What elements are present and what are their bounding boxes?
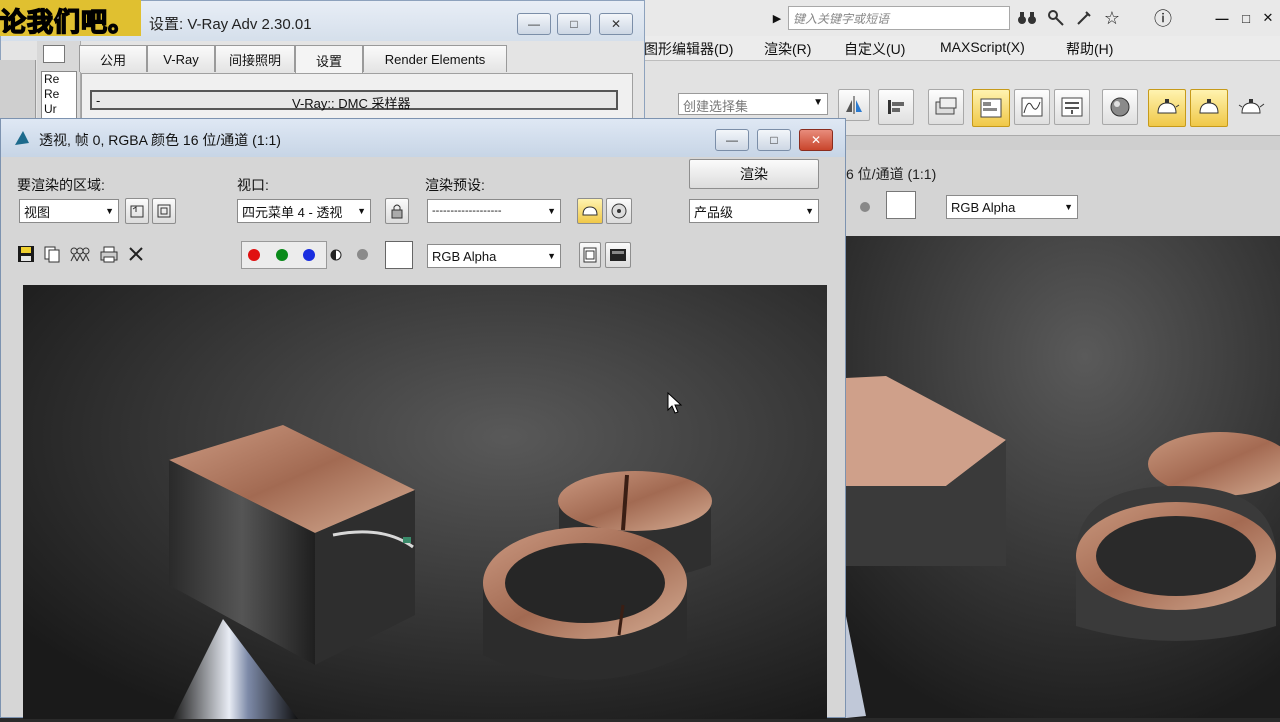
main-menu-bar: 图形编辑器(D) 渲染(R) 自定义(U) MAXScript(X) 帮助(H) — [640, 36, 1280, 60]
mono-channel-icon[interactable] — [329, 247, 343, 263]
frame-maximize-button[interactable]: □ — [757, 129, 791, 151]
toggle-ui-overlay-icon[interactable] — [579, 242, 601, 268]
area-to-render-dropdown[interactable]: 视图 ▼ — [19, 199, 119, 223]
render-quality-value: 产品级 — [694, 204, 734, 220]
menu-rendering[interactable]: 渲染(R) — [764, 39, 811, 59]
render-button[interactable]: 渲染 — [689, 159, 819, 189]
menu-help[interactable]: 帮助(H) — [1066, 39, 1113, 59]
watermark-text: 论我们吧。 — [0, 0, 142, 38]
rollout-toggle: - — [96, 93, 101, 108]
frame-buffer-window: 透视, 帧 0, RGBA 颜色 16 位/通道 (1:1) — □ ✕ 要渲染… — [0, 118, 846, 719]
color-swatch[interactable] — [385, 241, 413, 269]
mirror-icon[interactable] — [838, 89, 870, 121]
background-color-swatch[interactable] — [886, 191, 916, 219]
rendered-frame-icon[interactable] — [1190, 89, 1228, 127]
green-channel-toggle[interactable] — [276, 249, 288, 261]
alpha-channel-toggle[interactable] — [357, 249, 368, 260]
left-list-item[interactable]: Re — [44, 87, 76, 102]
render-setup-maximize-button[interactable]: □ — [557, 13, 591, 35]
left-list-item[interactable]: Re — [44, 72, 76, 87]
frame-title: 透视, 帧 0, RGBA 颜色 16 位/通道 (1:1) — [39, 132, 281, 148]
render-canvas — [23, 285, 827, 719]
curve-editor-icon[interactable] — [1014, 89, 1050, 125]
save-icon[interactable] — [15, 243, 37, 265]
tab-render-elements[interactable]: Render Elements — [363, 45, 507, 72]
display-channel-dropdown[interactable]: RGB Alpha ▼ — [427, 244, 561, 268]
viewport-value: 四元菜单 4 - 透视 — [242, 204, 343, 220]
binoculars-icon[interactable] — [1014, 6, 1040, 30]
background-alpha-dot[interactable] — [860, 202, 870, 212]
left-panel-icon[interactable] — [43, 45, 65, 63]
render-setup-icon[interactable] — [1148, 89, 1186, 127]
help-icon[interactable]: ⓘ — [1148, 6, 1178, 30]
selection-set-dropdown[interactable]: 创建选择集 ▼ — [678, 93, 828, 115]
area-to-render-value: 视图 — [24, 204, 51, 220]
auto-region-icon[interactable] — [152, 198, 176, 224]
person-icon[interactable] — [1072, 6, 1096, 30]
render-setup-tabs: 公用 V-Ray 间接照明 设置 Render Elements — [79, 45, 639, 74]
frame-titlebar: 透视, 帧 0, RGBA 颜色 16 位/通道 (1:1) — □ ✕ — [1, 119, 845, 157]
render-preset-dropdown[interactable]: ------------------- ▼ — [427, 199, 561, 223]
menu-customize[interactable]: 自定义(U) — [844, 39, 905, 59]
main-title-bar: ▶ 键入关键字或短语 ☆ ⓘ — □ ✕ — [640, 0, 1280, 36]
play-icon[interactable]: ▶ — [770, 8, 784, 28]
maximize-button[interactable]: □ — [1236, 8, 1256, 28]
toggle-ui-icon[interactable] — [605, 242, 631, 268]
copy-icon[interactable] — [41, 243, 63, 265]
tab-vray[interactable]: V-Ray — [147, 45, 215, 72]
star-icon[interactable]: ☆ — [1100, 6, 1124, 30]
dope-sheet-icon[interactable] — [1054, 89, 1090, 125]
align-icon[interactable] — [878, 89, 914, 125]
display-channel-value: RGB Alpha — [432, 248, 497, 264]
selection-set-label: 创建选择集 — [683, 99, 749, 114]
rollout-title: V-Ray:: DMC 采样器 — [292, 96, 411, 111]
minimize-button[interactable]: — — [1212, 8, 1232, 28]
render-setup-close-button[interactable]: ✕ — [599, 13, 633, 35]
pointer-cursor-icon — [667, 391, 683, 416]
tab-settings[interactable]: 设置 — [295, 45, 363, 74]
menu-maxscript[interactable]: MAXScript(X) — [940, 39, 1025, 55]
scene-explorer-icon[interactable] — [972, 89, 1010, 127]
key-icon[interactable] — [1044, 6, 1068, 30]
background-render-canvas — [846, 236, 1280, 718]
teapot-icon[interactable] — [1234, 93, 1268, 123]
frame-close-button[interactable]: ✕ — [799, 129, 833, 151]
viewport-dropdown[interactable]: 四元菜单 4 - 透视 ▼ — [237, 199, 371, 223]
close-button[interactable]: ✕ — [1258, 8, 1278, 28]
clear-icon[interactable] — [125, 243, 147, 265]
background-frame-title: 6 位/通道 (1:1) — [846, 166, 937, 182]
render-setup-title: 设置: V-Ray Adv 2.30.01 — [149, 16, 312, 33]
tab-common[interactable]: 公用 — [79, 45, 147, 72]
background-channel-label: RGB Alpha — [951, 199, 1016, 215]
left-list-item[interactable]: Ur — [44, 102, 76, 117]
background-frame-window: 6 位/通道 (1:1) RGB Alpha ▼ — [846, 150, 1280, 718]
area-to-render-label: 要渲染的区域: — [17, 177, 105, 193]
menu-graph-editors[interactable]: 图形编辑器(D) — [644, 39, 733, 59]
render-setup-minimize-button[interactable]: — — [517, 13, 551, 35]
dmc-sampler-rollout[interactable]: - V-Ray:: DMC 采样器 — [90, 90, 618, 111]
blue-channel-toggle[interactable] — [303, 249, 315, 261]
search-input[interactable]: 键入关键字或短语 — [788, 6, 1010, 30]
print-icon[interactable] — [97, 243, 121, 265]
red-channel-toggle[interactable] — [248, 249, 260, 261]
viewport-label: 视口: — [237, 177, 269, 193]
render-preset-value: ------------------- — [432, 205, 502, 217]
edit-region-icon[interactable] — [125, 198, 149, 224]
background-channel-dropdown[interactable]: RGB Alpha ▼ — [946, 195, 1078, 219]
environment-icon[interactable] — [606, 198, 632, 224]
render-preset-label: 渲染预设: — [425, 177, 485, 193]
clone-icon[interactable] — [67, 243, 93, 265]
layer-manager-icon[interactable] — [928, 89, 964, 125]
render-quality-dropdown[interactable]: 产品级 ▼ — [689, 199, 819, 223]
lock-icon[interactable] — [385, 198, 409, 224]
material-editor-icon[interactable] — [1102, 89, 1138, 125]
tab-indirect-illumination[interactable]: 间接照明 — [215, 45, 295, 72]
app-logo-icon — [13, 129, 31, 147]
frame-minimize-button[interactable]: — — [715, 129, 749, 151]
render-setup-open-icon[interactable] — [577, 198, 603, 224]
